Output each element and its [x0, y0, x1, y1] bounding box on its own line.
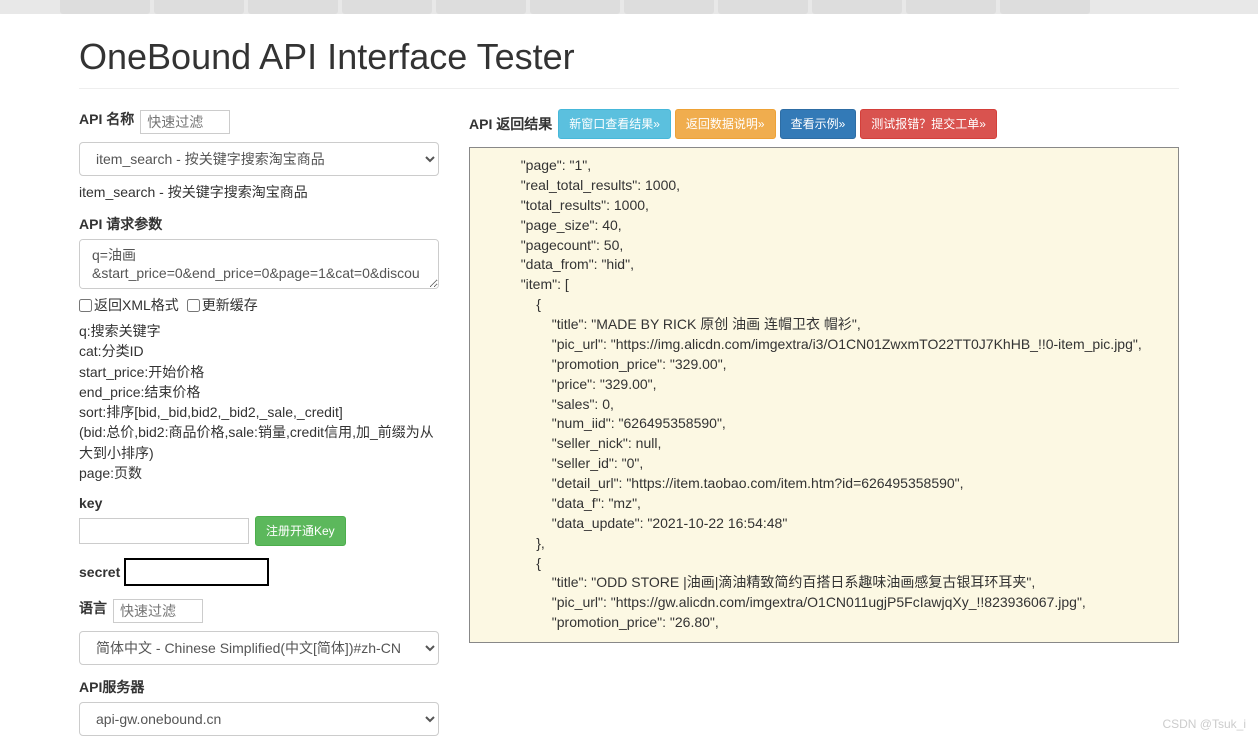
xml-checkbox[interactable] — [79, 299, 92, 312]
right-panel: API 返回结果 新窗口查看结果» 返回数据说明» 查看示例» 测试报错？提交工… — [469, 109, 1179, 748]
new-window-button[interactable]: 新窗口查看结果» — [558, 109, 671, 139]
api-name-description: item_search - 按关键字搜索淘宝商品 — [79, 182, 439, 202]
secret-input[interactable] — [124, 558, 269, 586]
key-label: key — [79, 495, 102, 511]
api-params-label: API 请求参数 — [79, 214, 162, 234]
cache-checkbox-label[interactable]: 更新缓存 — [187, 295, 258, 315]
lang-label: 语言 — [79, 598, 107, 618]
xml-checkbox-text: 返回XML格式 — [94, 295, 179, 315]
result-output[interactable]: "page": "1", "real_total_results": 1000,… — [469, 147, 1179, 643]
api-name-select[interactable]: item_search - 按关键字搜索淘宝商品 — [79, 142, 439, 176]
lang-select[interactable]: 简体中文 - Chinese Simplified(中文[简体])#zh-CN — [79, 631, 439, 665]
lang-filter-input[interactable] — [113, 599, 203, 623]
register-key-button[interactable]: 注册开通Key — [255, 516, 346, 546]
server-select[interactable]: api-gw.onebound.cn — [79, 702, 439, 736]
secret-label: secret — [79, 564, 120, 580]
api-params-textarea[interactable] — [79, 239, 439, 289]
server-label: API服务器 — [79, 677, 144, 697]
cache-checkbox-text: 更新缓存 — [202, 295, 258, 315]
data-desc-button[interactable]: 返回数据说明» — [675, 109, 776, 139]
params-help-text: q:搜索关键字 cat:分类ID start_price:开始价格 end_pr… — [79, 321, 439, 483]
cache-checkbox[interactable] — [187, 299, 200, 312]
left-panel: API 名称 item_search - 按关键字搜索淘宝商品 item_sea… — [79, 109, 439, 748]
result-label: API 返回结果 — [469, 114, 552, 134]
report-button[interactable]: 测试报错？提交工单» — [860, 109, 997, 139]
top-nav-placeholder — [0, 0, 1258, 14]
xml-checkbox-label[interactable]: 返回XML格式 — [79, 295, 179, 315]
watermark: CSDN @Tsuk_i — [1162, 717, 1246, 731]
page-title: OneBound API Interface Tester — [79, 14, 1179, 89]
api-name-filter-input[interactable] — [140, 110, 230, 134]
api-name-label: API 名称 — [79, 109, 134, 129]
key-input[interactable] — [79, 518, 249, 544]
example-button[interactable]: 查看示例» — [780, 109, 857, 139]
